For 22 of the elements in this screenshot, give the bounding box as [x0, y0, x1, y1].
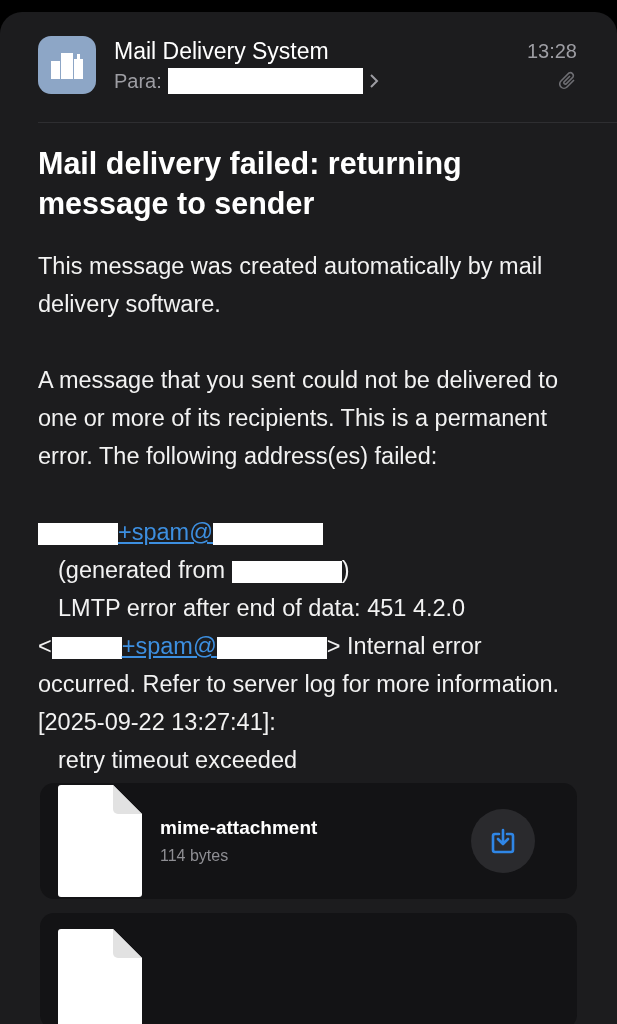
- recipient-label: Para:: [114, 69, 162, 93]
- email-link[interactable]: +spam@: [121, 633, 217, 659]
- error-text: < +spam@ > Internal error occurred. Refer to server log for more information. [2025-09-22 13:27:41]:: [38, 632, 561, 737]
- download-icon: [491, 828, 515, 854]
- message-time: 13:28: [526, 40, 577, 63]
- attachment-name: mime-attachment: [160, 817, 319, 839]
- file-icon: [58, 929, 142, 1024]
- attachment-size: 114 bytes: [160, 847, 230, 865]
- chevron-right-icon[interactable]: [368, 73, 379, 89]
- email-link[interactable]: +spam@: [118, 519, 214, 545]
- error-text: LMTP error after end of data: 451 4.2.0: [57, 594, 467, 623]
- building-avatar-icon: [38, 36, 96, 94]
- redaction-block: [51, 636, 122, 659]
- body-paragraph: A message that you sent could not be delivered to one or more of its recipients. This is a permanent error. The following address(es) failed:: [38, 366, 559, 471]
- error-text: retry timeout exceeded: [57, 746, 299, 775]
- email-subject: Mail delivery failed: returning message to sender: [38, 145, 463, 223]
- attachment-card[interactable]: mime-attachment 114 bytes: [40, 783, 577, 899]
- sender-name: Mail Delivery System: [114, 37, 330, 66]
- error-text: (generated from ): [57, 556, 351, 585]
- body-paragraph: This message was created automatically by mail delivery software.: [38, 252, 544, 319]
- attachment-card[interactable]: [40, 913, 577, 1024]
- file-icon: [58, 785, 142, 897]
